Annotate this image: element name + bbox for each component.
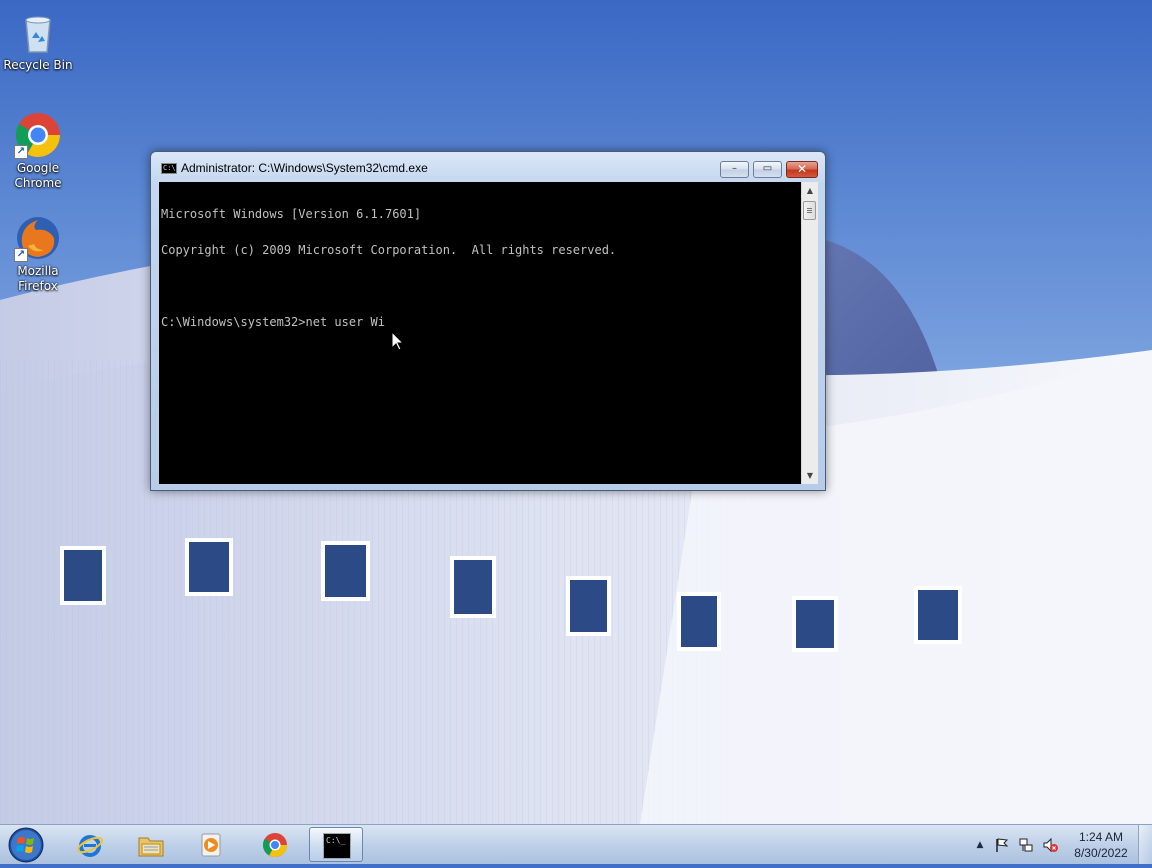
maximize-button[interactable]: ▭: [753, 161, 782, 178]
minimize-button[interactable]: –: [720, 161, 749, 178]
recycle-bin-icon: [14, 8, 62, 56]
action-center-flag-icon[interactable]: [994, 837, 1010, 853]
chrome-icon: [262, 833, 287, 858]
chrome-icon: ↗: [14, 111, 62, 159]
clock-time: 1:24 AM: [1078, 830, 1124, 844]
scroll-down-arrow-icon[interactable]: ▼: [802, 467, 818, 484]
system-clock[interactable]: 1:24 AM 8/30/2022: [1066, 829, 1136, 861]
console-line: Microsoft Windows [Version 6.1.7601]: [161, 207, 422, 221]
console-prompt-line: C:\Windows\system32>net user Wi: [161, 315, 385, 329]
windows-explorer-icon: [138, 837, 164, 857]
cmd-icon: C:\_: [323, 833, 351, 859]
network-icon[interactable]: [1018, 837, 1034, 853]
window-title: Administrator: C:\Windows\System32\cmd.e…: [181, 161, 428, 175]
grip-line: [807, 210, 812, 211]
shortcut-arrow-icon: ↗: [14, 145, 28, 159]
console-output[interactable]: Microsoft Windows [Version 6.1.7601] Cop…: [159, 182, 801, 484]
desktop-icon-label: Recycle Bin: [3, 58, 73, 72]
internet-explorer-icon: [77, 835, 103, 857]
desktop-icon-label: Google Chrome: [14, 161, 62, 190]
console-line: Copyright (c) 2009 Microsoft Corporation…: [161, 243, 617, 257]
vertical-scrollbar[interactable]: ▲ ▼: [801, 182, 818, 484]
cmd-icon: C:\: [161, 163, 177, 174]
window-titlebar[interactable]: C:\ Administrator: C:\Windows\System32\c…: [151, 152, 825, 182]
firefox-icon: ↗: [14, 214, 62, 262]
scrollbar-thumb[interactable]: [803, 201, 816, 220]
taskbar-google-chrome[interactable]: [248, 827, 302, 862]
taskbar: C:\_ ▲ 1:24 AM 8/30/2022: [0, 824, 1152, 864]
windows-logo-icon: [8, 827, 44, 863]
media-player-icon: [201, 833, 221, 857]
start-button[interactable]: [6, 826, 46, 864]
clock-date: 8/30/2022: [1074, 846, 1128, 860]
cmd-window[interactable]: C:\ Administrator: C:\Windows\System32\c…: [150, 151, 826, 491]
desktop-icon-recycle-bin[interactable]: Recycle Bin: [2, 8, 74, 73]
show-desktop-button[interactable]: [1138, 825, 1152, 864]
show-hidden-icons-button[interactable]: ▲: [972, 837, 988, 853]
desktop-icon-mozilla-firefox[interactable]: ↗ Mozilla Firefox: [2, 214, 74, 294]
scroll-up-arrow-icon[interactable]: ▲: [802, 182, 818, 199]
volume-muted-icon[interactable]: [1042, 837, 1058, 853]
grip-line: [807, 212, 812, 213]
taskbar-internet-explorer[interactable]: [63, 827, 117, 862]
grip-line: [807, 208, 812, 209]
taskbar-windows-explorer[interactable]: [124, 827, 178, 862]
taskbar-media-player[interactable]: [184, 827, 238, 862]
close-button[interactable]: ✕: [786, 161, 818, 178]
shortcut-arrow-icon: ↗: [14, 248, 28, 262]
desktop-icon-google-chrome[interactable]: ↗ Google Chrome: [2, 111, 74, 191]
taskbar-cmd[interactable]: C:\_: [309, 827, 363, 862]
mouse-cursor-icon: [392, 332, 404, 351]
desktop-icon-label: Mozilla Firefox: [17, 264, 59, 293]
